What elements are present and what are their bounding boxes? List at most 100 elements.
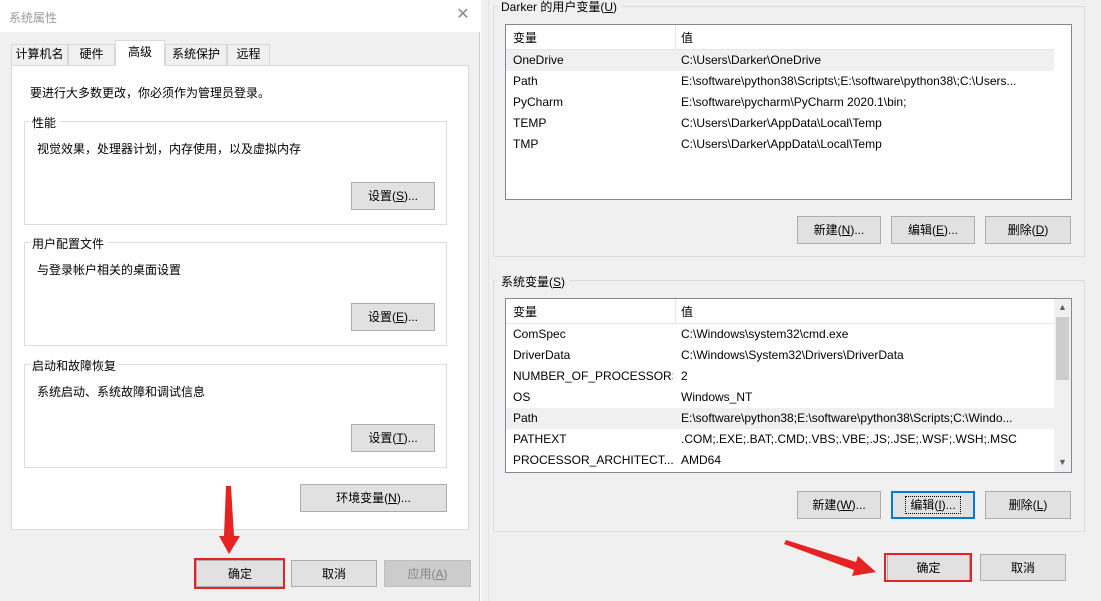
table-row[interactable]: DriverData C:\Windows\System32\Drivers\D… [506,345,1054,366]
environment-variables-button[interactable]: 环境变量(N)... [300,484,447,512]
startup-recovery-group [24,364,447,468]
button-accesskey: T [396,431,404,445]
button-text: 编辑( [907,223,936,237]
title-text: Darker 的用户变量( [501,0,605,14]
close-icon[interactable]: ✕ [452,4,474,26]
user-vars-title: Darker 的用户变量(U) [497,0,622,15]
window-gap [481,0,489,601]
column-value[interactable]: 值 [681,303,1056,320]
var-name: ComSpec [513,327,566,341]
table-row[interactable]: PROCESSOR_ARCHITECT... AMD64 [506,450,1054,471]
system-delete-button[interactable]: 删除(L) [985,491,1071,519]
button-accesskey: E [935,223,944,237]
var-name: NUMBER_OF_PROCESSORS [513,369,673,383]
var-name: DriverData [513,348,571,362]
table-row[interactable]: PATHEXT .COM;.EXE;.BAT;.CMD;.VBS;.VBE;.J… [506,429,1054,450]
var-name: Path [513,411,538,425]
table-row[interactable]: ComSpec C:\Windows\system32\cmd.exe [506,324,1054,345]
startup-settings-button[interactable]: 设置(T)... [351,424,435,452]
var-name: Path [513,74,538,88]
column-variable[interactable]: 变量 [513,29,673,46]
list-header: 变量 值 [506,25,1054,50]
table-row[interactable]: TMP C:\Users\Darker\AppData\Local\Temp [506,134,1054,155]
tab-hardware[interactable]: 硬件 [68,44,115,65]
annotation-arrow-right [784,540,876,576]
user-profile-settings-button[interactable]: 设置(E)... [351,303,435,331]
table-row[interactable]: Path E:\software\python38;E:\software\py… [506,408,1054,429]
table-row[interactable]: Path E:\software\python38\Scripts\;E:\so… [506,71,1054,92]
var-name: PATHEXT [513,432,567,446]
var-name: OneDrive [513,53,564,67]
title-accesskey: S [553,275,562,289]
button-accesskey: A [435,567,444,581]
user-profile-description: 与登录帐户相关的桌面设置 [37,263,182,277]
window-title: 系统属性 [9,11,58,25]
cancel-button-right[interactable]: 取消 [980,554,1066,581]
table-row[interactable]: TEMP C:\Users\Darker\AppData\Local\Temp [506,113,1054,134]
button-text: 新建( [813,223,842,237]
var-name: PyCharm [513,95,564,109]
column-value[interactable]: 值 [681,29,1056,46]
button-text: ) [443,567,448,581]
user-vars-list[interactable]: 变量 值 OneDrive C:\Users\Darker\OneDrive P… [505,24,1072,200]
button-text: 设置( [367,189,396,203]
user-edit-button[interactable]: 编辑(E)... [891,216,975,244]
user-new-button[interactable]: 新建(N)... [797,216,881,244]
var-name: TEMP [513,116,547,130]
column-variable[interactable]: 变量 [513,303,673,320]
focus-ring: 编辑(I)... [905,496,961,514]
tab-computer-name[interactable]: 计算机名 [11,44,68,65]
button-text: 新建( [812,498,841,512]
button-text: 删除( [1008,498,1037,512]
var-value: E:\software\python38\Scripts\;E:\softwar… [681,74,1017,88]
admin-note: 要进行大多数更改，你必须作为管理员登录。 [30,86,271,100]
title-text: 系统变量( [501,275,553,289]
list-header: 变量 值 [506,299,1054,324]
ok-button-right[interactable]: 确定 [887,554,970,581]
var-value: C:\Windows\system32\cmd.exe [681,327,849,341]
cancel-button-left[interactable]: 取消 [291,560,377,587]
performance-description: 视觉效果，处理器计划，内存使用，以及虚拟内存 [37,142,302,156]
system-edit-button[interactable]: 编辑(I)... [891,491,975,519]
ok-button-left[interactable]: 确定 [196,560,284,587]
var-value: E:\software\python38;E:\software\python3… [681,411,1013,425]
button-text: )... [850,223,865,237]
button-text: ) [1043,498,1048,512]
table-row[interactable]: OS Windows_NT [506,387,1054,408]
var-name: OS [513,390,531,404]
button-text: )... [851,498,866,512]
button-text: 设置( [367,310,396,324]
tab-advanced[interactable]: 高级 [115,40,165,66]
var-value: C:\Users\Darker\OneDrive [681,53,822,67]
performance-settings-button[interactable]: 设置(S)... [351,182,435,210]
table-row[interactable]: PyCharm E:\software\pycharm\PyCharm 2020… [506,92,1054,113]
tab-system-protection[interactable]: 系统保护 [165,44,227,65]
tab-remote[interactable]: 远程 [227,44,270,65]
system-new-button[interactable]: 新建(W)... [797,491,881,519]
scroll-up-icon[interactable]: ▲ [1054,302,1071,314]
system-vars-list[interactable]: 变量 值 ComSpec C:\Windows\system32\cmd.exe… [505,298,1072,473]
startup-recovery-group-title: 启动和故障恢复 [30,357,120,374]
var-name: TMP [513,137,539,151]
scroll-down-icon[interactable]: ▼ [1054,457,1071,469]
var-value: 2 [681,369,688,383]
user-delete-button[interactable]: 删除(D) [985,216,1071,244]
vertical-scrollbar[interactable]: ▲ ▼ [1054,299,1071,472]
table-row[interactable]: NUMBER_OF_PROCESSORS 2 [506,366,1054,387]
table-row[interactable]: OneDrive C:\Users\Darker\OneDrive [506,50,1054,71]
apply-button: 应用(A) [384,560,471,587]
button-text: )... [944,223,958,237]
button-accesskey: N [388,491,397,505]
button-text: )... [396,491,411,505]
var-value: C:\Windows\System32\Drivers\DriverData [681,348,904,362]
button-text: )... [403,431,418,445]
annotation-arrow-down [219,486,240,554]
startup-recovery-description: 系统启动、系统故障和调试信息 [37,385,206,399]
column-divider [675,299,676,324]
var-value: Windows_NT [681,390,753,404]
title-text: ) [561,275,566,289]
var-value: .COM;.EXE;.BAT;.CMD;.VBS;.VBE;.JS;.JSE;.… [681,432,1017,446]
scrollbar-thumb[interactable] [1056,317,1069,380]
button-text: 设置( [368,431,397,445]
var-value: C:\Users\Darker\AppData\Local\Temp [681,137,882,151]
